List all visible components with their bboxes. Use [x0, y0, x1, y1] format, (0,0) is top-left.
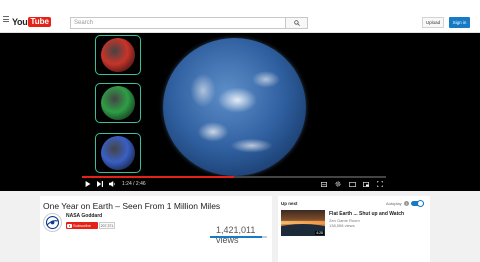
- red-planet-thumbnail: [95, 35, 141, 75]
- play-icon: [85, 181, 91, 187]
- subscribe-button[interactable]: Subscribe: [66, 222, 98, 229]
- progress-bar-fill: [82, 176, 234, 178]
- search-button[interactable]: [286, 17, 308, 29]
- youtube-play-icon: [67, 223, 72, 228]
- sign-in-button[interactable]: Sign in: [449, 17, 470, 28]
- progress-bar[interactable]: [82, 176, 386, 178]
- view-count: 1,421,011 views: [216, 225, 256, 245]
- up-next-heading: Up next: [281, 201, 298, 206]
- hamburger-menu-icon[interactable]: [3, 16, 9, 22]
- green-planet-thumbnail: [95, 83, 141, 123]
- youtube-page: You Tube Search Upload Sign in 1:24 / 2:…: [0, 0, 480, 262]
- volume-icon: [109, 181, 115, 187]
- subscriber-count: 207,371: [99, 222, 115, 229]
- time-display: 1:24 / 2:46: [122, 181, 146, 187]
- red-planet-image: [101, 38, 135, 72]
- volume-button[interactable]: [106, 179, 118, 189]
- up-next-sidebar: Up next Autoplay i 4:28 Flat Earth ... S…: [278, 196, 430, 262]
- logo-text-tube: Tube: [28, 16, 51, 27]
- autoplay-label: Autoplay: [386, 201, 402, 206]
- blue-planet-image: [101, 136, 135, 170]
- video-player[interactable]: 1:24 / 2:46: [0, 33, 480, 191]
- like-ratio-bar: [210, 236, 267, 238]
- channel-name[interactable]: NASA Goddard: [66, 213, 102, 219]
- play-button[interactable]: [82, 179, 94, 189]
- upload-button[interactable]: Upload: [422, 17, 444, 28]
- green-planet-image: [101, 86, 135, 120]
- subtitles-icon: [321, 181, 327, 187]
- player-controls-right: [318, 179, 386, 189]
- fullscreen-button[interactable]: [374, 179, 386, 189]
- next-video-title[interactable]: Flat Earth ... Shut up and Watch: [329, 211, 404, 217]
- blue-planet-thumbnail: [95, 133, 141, 173]
- youtube-logo[interactable]: You Tube: [12, 16, 51, 27]
- settings-button[interactable]: [332, 179, 344, 189]
- logo-text-you: You: [12, 16, 28, 27]
- gear-icon: [335, 181, 341, 187]
- cast-icon: [363, 181, 369, 187]
- info-icon[interactable]: i: [404, 201, 409, 206]
- subtitles-button[interactable]: [318, 179, 330, 189]
- search-input[interactable]: Search: [70, 17, 286, 29]
- search-icon: [293, 20, 300, 26]
- skip-next-icon: [97, 181, 103, 187]
- player-controls: 1:24 / 2:46: [82, 179, 386, 189]
- next-button[interactable]: [94, 179, 106, 189]
- subscribe-label: Subscribe: [73, 223, 91, 228]
- next-video-duration: 4:28: [315, 231, 324, 235]
- earth-globe-image: [163, 38, 306, 176]
- nasa-logo-icon: [45, 215, 60, 230]
- video-title: One Year on Earth – Seen From 1 Million …: [43, 201, 221, 211]
- theater-mode-button[interactable]: [346, 179, 358, 189]
- top-bar: You Tube Search Upload Sign in: [0, 0, 480, 33]
- fullscreen-icon: [377, 181, 383, 187]
- autoplay-toggle[interactable]: [411, 200, 424, 207]
- cast-button[interactable]: [360, 179, 372, 189]
- next-video-views: 138,558 views: [329, 223, 355, 228]
- video-info-panel: One Year on Earth – Seen From 1 Million …: [40, 196, 272, 262]
- next-video-thumbnail[interactable]: 4:28: [281, 210, 325, 236]
- theater-mode-icon: [348, 181, 356, 187]
- channel-avatar[interactable]: [43, 213, 62, 232]
